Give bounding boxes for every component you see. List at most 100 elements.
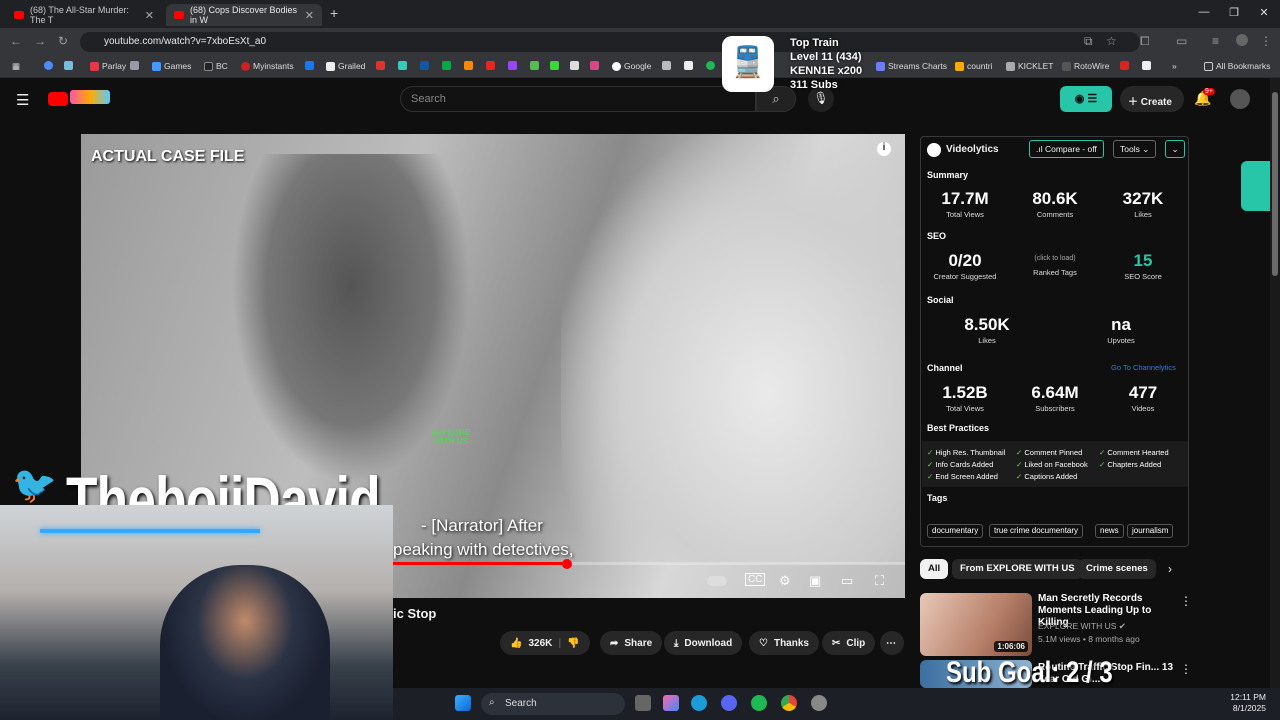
profile-avatar[interactable] bbox=[1236, 34, 1248, 46]
reload-icon[interactable]: ↻ bbox=[58, 34, 68, 48]
bookmark-kicklet[interactable]: KICKLET bbox=[1006, 61, 1053, 71]
create-button[interactable]: ＋ Create bbox=[1120, 86, 1184, 112]
back-icon[interactable]: ← bbox=[10, 34, 22, 48]
hamburger-menu-icon[interactable]: ☰ bbox=[16, 91, 29, 109]
extensions-icon[interactable]: ⧠ bbox=[1140, 34, 1150, 49]
browser-tab-1[interactable]: (68) The All-Star Murder: The T ✕ bbox=[6, 4, 162, 26]
thanks-button[interactable]: ♡ Thanks bbox=[749, 631, 819, 655]
info-icon[interactable]: i bbox=[877, 142, 891, 156]
more-options-icon[interactable]: ⋮ bbox=[1180, 662, 1192, 676]
bookmark-icon[interactable] bbox=[1120, 61, 1129, 70]
sidebar-icon[interactable]: ▭ bbox=[1176, 34, 1187, 48]
videolytics-toolbar-button[interactable]: ◉ ☰ bbox=[1060, 86, 1112, 112]
bookmark-google[interactable]: Google bbox=[612, 61, 651, 71]
bookmark-games[interactable]: Games bbox=[152, 61, 191, 71]
related-channel[interactable]: EXPLORE WITH US ✔ bbox=[1038, 621, 1126, 632]
bookmark-icon[interactable] bbox=[442, 61, 451, 70]
compare-button[interactable]: .ıl Compare - off bbox=[1029, 140, 1104, 158]
close-tab-icon[interactable]: ✕ bbox=[145, 9, 154, 22]
more-options-icon[interactable]: ⋮ bbox=[1180, 594, 1192, 608]
youtube-doodle-logo[interactable] bbox=[70, 90, 110, 104]
new-tab-icon[interactable]: + bbox=[330, 5, 338, 21]
discord-icon[interactable] bbox=[721, 695, 737, 711]
chips-next-chevron-icon[interactable]: › bbox=[1168, 562, 1172, 576]
subtitles-icon[interactable]: CC bbox=[745, 573, 766, 586]
bookmark-icon[interactable] bbox=[662, 61, 671, 70]
bookmarks-overflow-icon[interactable]: » bbox=[1172, 61, 1177, 71]
reading-list-icon[interactable]: ≡ bbox=[1212, 34, 1219, 48]
bookmark-parlay[interactable]: Parlay bbox=[90, 61, 126, 71]
all-bookmarks-folder[interactable]: All Bookmarks bbox=[1204, 61, 1270, 71]
progress-scrubber[interactable] bbox=[562, 559, 573, 569]
bookmark-icon[interactable] bbox=[420, 61, 429, 70]
chip-all[interactable]: All bbox=[920, 559, 949, 579]
system-clock[interactable]: 12:11 PM 8/1/2025 bbox=[1230, 692, 1266, 714]
fullscreen-icon[interactable]: ⛶ bbox=[875, 573, 884, 589]
bookmark-icon[interactable] bbox=[1142, 61, 1151, 70]
related-thumbnail[interactable]: 1:06:06 bbox=[920, 593, 1032, 656]
browser-tab-2[interactable]: (68) Cops Discover Bodies in W ✕ bbox=[166, 4, 322, 26]
menu-dots-icon[interactable]: ⋮ bbox=[1260, 34, 1272, 48]
account-avatar[interactable] bbox=[1230, 89, 1250, 109]
bookmark-star-icon[interactable]: ☆ bbox=[1106, 34, 1117, 48]
thumbs-down-icon[interactable]: 👎 bbox=[567, 638, 579, 649]
tag-chip[interactable]: news bbox=[1095, 524, 1124, 538]
share-button[interactable]: ➦ Share bbox=[600, 631, 663, 655]
bookmark-bc[interactable]: BC bbox=[204, 61, 228, 71]
bookmark-icon[interactable] bbox=[486, 61, 495, 70]
seo-ranked-tags[interactable]: (click to load) Ranked Tags bbox=[1015, 255, 1095, 277]
chip-crime-scenes[interactable]: Crime scenes bbox=[1078, 559, 1156, 579]
bookmark-icon[interactable] bbox=[398, 61, 407, 70]
taskbar-search[interactable]: ⌕ Search bbox=[481, 693, 625, 715]
clip-button[interactable]: ✂ Clip bbox=[822, 631, 876, 655]
install-app-icon[interactable]: ⧉ bbox=[1084, 34, 1093, 49]
miniplayer-icon[interactable]: ▣ bbox=[809, 573, 821, 589]
bookmark-icon[interactable] bbox=[706, 61, 715, 70]
close-tab-icon[interactable]: ✕ bbox=[305, 9, 314, 22]
bookmark-icon[interactable] bbox=[590, 61, 599, 70]
download-button[interactable]: ⤓ Download bbox=[664, 631, 743, 655]
bookmark-icon[interactable] bbox=[530, 61, 539, 70]
bookmark-icon[interactable] bbox=[570, 61, 579, 70]
bookmark-icon[interactable] bbox=[550, 61, 559, 70]
like-button[interactable]: 👍 326K | 👎 bbox=[500, 631, 590, 655]
videolytics-side-button[interactable] bbox=[1241, 161, 1271, 211]
maximize-icon[interactable]: ❐ bbox=[1224, 6, 1244, 19]
bookmark-icon[interactable] bbox=[684, 61, 693, 70]
settings-gear-icon[interactable]: ⚙ bbox=[779, 573, 791, 589]
apps-grid-icon[interactable]: ▦ bbox=[12, 61, 20, 72]
bookmark-icon[interactable] bbox=[64, 61, 73, 70]
collapse-chevron-icon[interactable]: ⌄ bbox=[1165, 140, 1185, 158]
tag-chip[interactable]: documentary bbox=[927, 524, 984, 538]
task-view-icon[interactable] bbox=[635, 695, 651, 711]
youtube-logo-icon[interactable] bbox=[48, 92, 68, 106]
bookmark-grailed[interactable]: Grailed bbox=[326, 61, 365, 71]
search-input[interactable]: Search bbox=[400, 86, 756, 112]
tag-chip[interactable]: true crime documentary bbox=[989, 524, 1084, 538]
bookmark-countri[interactable]: countri bbox=[955, 61, 993, 71]
windows-start-icon[interactable] bbox=[455, 695, 471, 711]
bookmark-icon[interactable] bbox=[508, 61, 517, 70]
autoplay-toggle[interactable] bbox=[707, 576, 727, 586]
bookmark-icon[interactable] bbox=[44, 61, 53, 70]
minimize-icon[interactable]: — bbox=[1194, 6, 1214, 18]
more-actions-button[interactable]: ⋯ bbox=[880, 631, 904, 655]
tools-dropdown[interactable]: Tools ⌄ bbox=[1113, 140, 1157, 158]
chip-from-channel[interactable]: From EXPLORE WITH US bbox=[952, 559, 1083, 579]
edge-icon[interactable] bbox=[691, 695, 707, 711]
bookmark-myinstants[interactable]: Myinstants bbox=[241, 61, 294, 71]
scrollbar-thumb[interactable] bbox=[1272, 92, 1278, 276]
theater-mode-icon[interactable]: ▭ bbox=[841, 573, 853, 589]
copilot-icon[interactable] bbox=[663, 695, 679, 711]
chrome-icon[interactable] bbox=[781, 695, 797, 711]
url-field[interactable]: youtube.com/watch?v=7xboEsXt_a0 bbox=[80, 32, 1140, 52]
spotify-icon[interactable] bbox=[751, 695, 767, 711]
close-window-icon[interactable]: ✕ bbox=[1254, 6, 1274, 19]
bookmark-icon[interactable] bbox=[305, 61, 314, 70]
app-icon[interactable] bbox=[811, 695, 827, 711]
bookmark-icon[interactable] bbox=[130, 61, 139, 70]
tag-chip[interactable]: journalism bbox=[1127, 524, 1174, 538]
forward-icon[interactable]: → bbox=[34, 34, 46, 48]
bookmark-rotowire[interactable]: RotoWire bbox=[1062, 61, 1109, 71]
bookmark-icon[interactable] bbox=[464, 61, 473, 70]
